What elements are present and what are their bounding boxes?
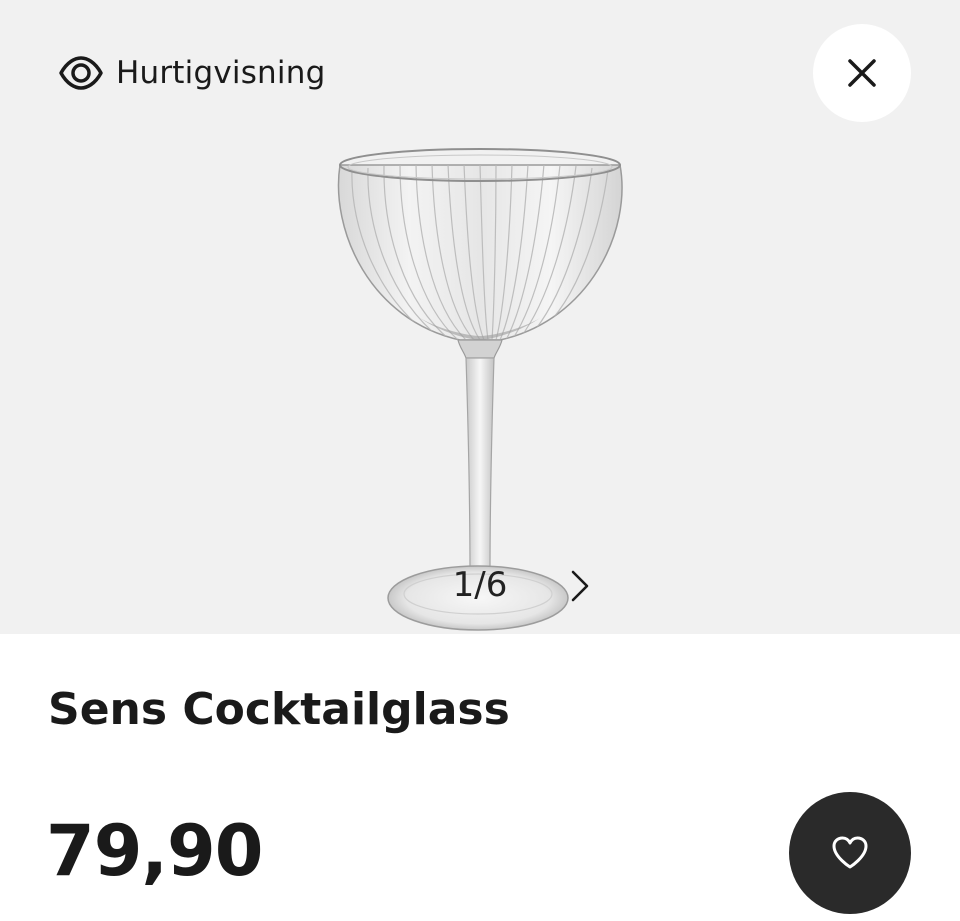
wishlist-button[interactable] bbox=[789, 792, 911, 914]
quick-view-page: Hurtigvisning 1/6 Sens Cocktailglass 79,… bbox=[0, 0, 960, 921]
close-button[interactable] bbox=[813, 24, 911, 122]
product-price: 79,90 bbox=[46, 810, 263, 892]
heart-icon bbox=[832, 836, 868, 869]
next-image-button[interactable] bbox=[563, 566, 597, 606]
gallery-counter: 1/6 bbox=[452, 565, 508, 605]
quick-view-header: Hurtigvisning bbox=[58, 50, 325, 96]
product-title: Sens Cocktailglass bbox=[48, 684, 510, 735]
eye-icon bbox=[59, 56, 103, 90]
product-gallery: Hurtigvisning 1/6 bbox=[0, 0, 960, 634]
quick-view-label: Hurtigvisning bbox=[116, 55, 326, 91]
close-icon bbox=[848, 59, 876, 87]
chevron-right-icon bbox=[571, 570, 589, 602]
